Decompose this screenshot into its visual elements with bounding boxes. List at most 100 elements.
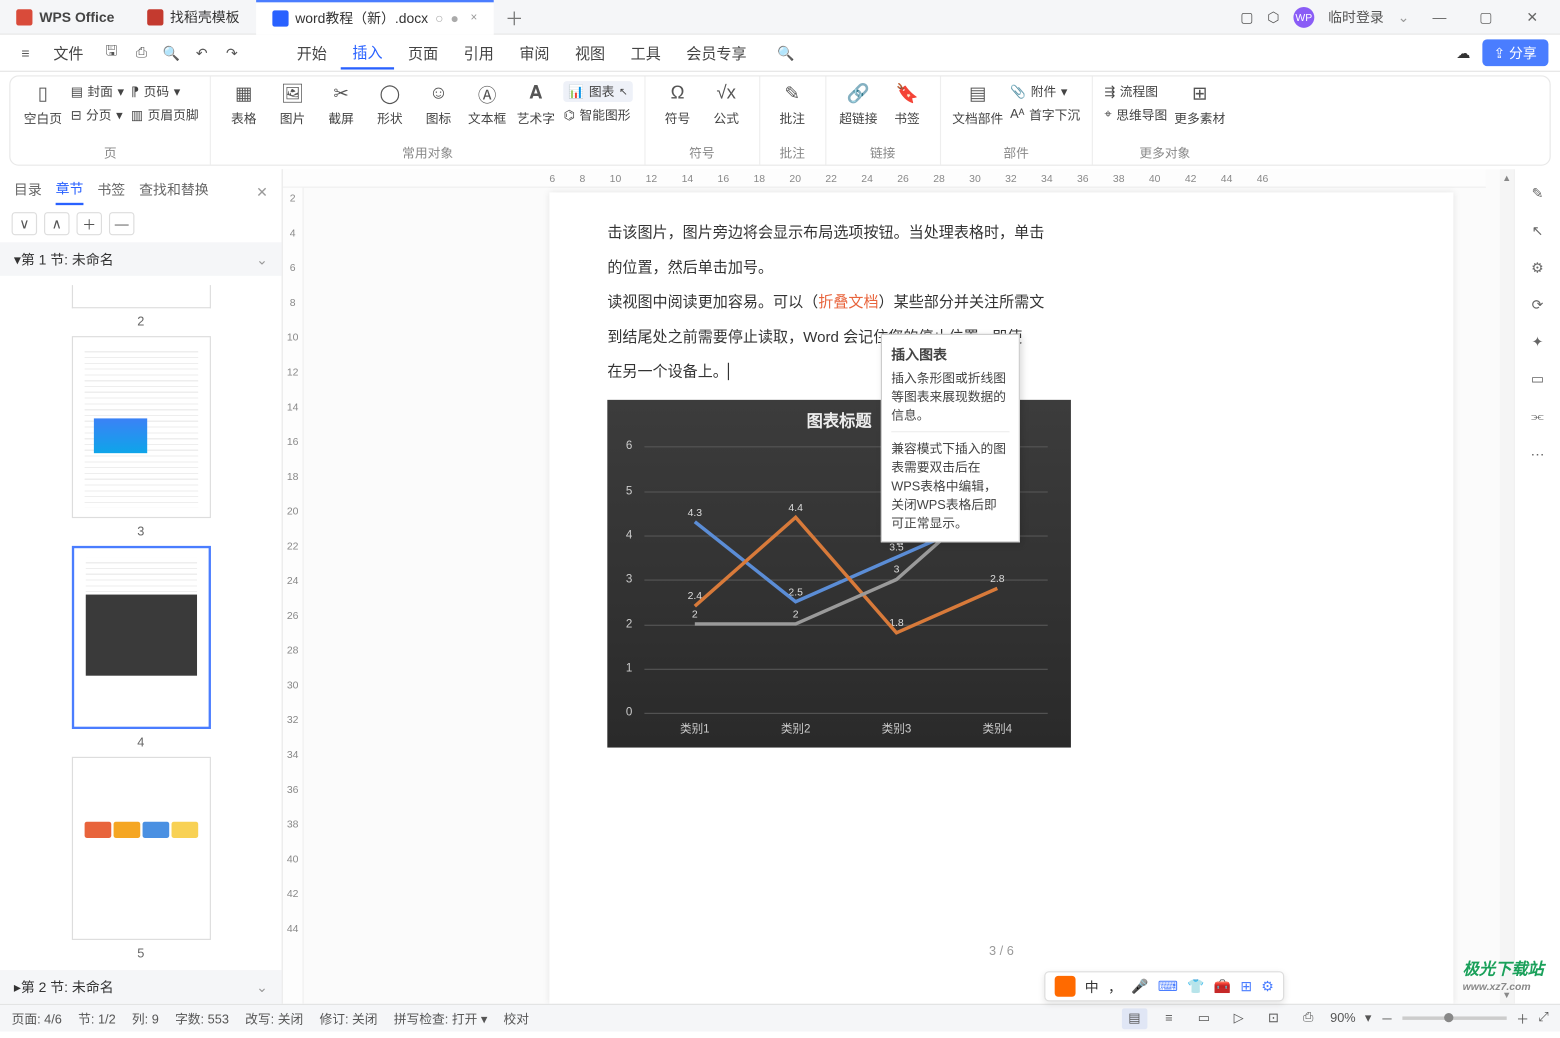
menu-ref[interactable]: 引用 [452,37,505,68]
toolbox-icon[interactable]: 🧰 [1214,978,1231,994]
close-button[interactable]: ✕ [1516,9,1548,25]
maximize-button[interactable]: ▢ [1470,9,1502,25]
status-page[interactable]: 页面: 4/6 [12,1009,62,1028]
menu-tools[interactable]: 工具 [619,37,672,68]
hamburger-icon[interactable]: ≡ [12,39,40,67]
book-icon[interactable]: ▭ [1531,371,1544,387]
more-assets[interactable]: ⊞更多素材 [1174,81,1225,127]
avatar[interactable]: WP [1293,6,1314,27]
icon-insert[interactable]: ☺图标 [418,81,460,127]
zoom-out[interactable]: － [1381,1009,1394,1028]
nav-sections[interactable]: 章节 [56,178,84,205]
section-2[interactable]: ▸ 第 2 节: 未命名⌄ [0,970,282,1004]
ime-toolbar[interactable]: 中 ， 🎤 ⌨ 👕 🧰 ⊞ ⚙ [1044,971,1284,1001]
status-section[interactable]: 节: 1/2 [78,1009,116,1028]
nav-toc[interactable]: 目录 [14,180,42,204]
print-icon[interactable]: ⎙ [128,39,156,67]
status-words[interactable]: 字数: 553 [175,1009,229,1028]
web-view-icon[interactable]: ▭ [1191,1008,1216,1029]
attachment[interactable]: 📎附件 ▾ [1010,81,1080,102]
textbox[interactable]: Ⓐ文本框 [466,81,508,127]
read-icon[interactable]: ⎙ [1295,1008,1320,1029]
screenshot[interactable]: ✂截屏 [320,81,362,127]
mindmap[interactable]: ⌖思维导图 [1104,104,1167,125]
shape[interactable]: ◯形状 [369,81,411,127]
symbol[interactable]: Ω符号 [657,81,699,127]
ime-lang[interactable]: 中 [1085,976,1099,996]
tshirt-icon[interactable]: 👕 [1187,978,1204,994]
status-col[interactable]: 列: 9 [132,1009,159,1028]
preview-icon[interactable]: 🔍 [158,39,186,67]
menu-review[interactable]: 审阅 [508,37,561,68]
nav-bookmarks[interactable]: 书签 [97,180,125,204]
hyperlink[interactable]: 🔗超链接 [837,81,879,127]
page-thumb-5[interactable] [71,757,210,940]
section-1[interactable]: ▾ 第 1 节: 未命名⌄ [0,242,282,276]
menu-insert[interactable]: 插入 [341,36,394,70]
menu-page[interactable]: 页面 [396,37,449,68]
bookmark[interactable]: 🔖书签 [886,81,928,127]
cursor-icon[interactable]: ↖ [1532,223,1544,239]
redo-icon[interactable]: ↷ [218,39,246,67]
nav-add[interactable]: ＋ [76,212,101,235]
cover[interactable]: ▤封面 ▾ [71,81,124,102]
share-button[interactable]: ⇪ 分享 [1482,39,1549,66]
nav-remove[interactable]: — [109,212,134,235]
new-tab-button[interactable]: ＋ [493,3,535,31]
cloud-icon[interactable]: ☁ [1456,45,1470,61]
page-num[interactable]: ⁋页码 ▾ [131,81,199,102]
menu-member[interactable]: 会员专享 [675,37,758,68]
mic-icon[interactable]: 🎤 [1131,978,1148,994]
status-track[interactable]: 修订: 关闭 [319,1009,377,1028]
chart-button[interactable]: 📊图表↖ [564,81,633,102]
blank-page[interactable]: ▯空白页 [22,81,64,127]
zoom-in[interactable]: ＋ [1516,1009,1529,1028]
more-icon[interactable]: ⋯ [1530,446,1544,462]
minimize-button[interactable]: — [1423,9,1455,25]
comment[interactable]: ✎批注 [771,81,813,127]
menu-start[interactable]: 开始 [285,37,338,68]
dropcap[interactable]: Aᴬ首字下沉 [1010,104,1080,125]
grid-icon[interactable]: ⊞ [1240,978,1252,994]
document-canvas[interactable]: 6810121416182022242628303234363840424446… [283,169,1500,1003]
page-thumb-4[interactable] [71,546,210,729]
sparkle-icon[interactable]: ✦ [1532,334,1544,350]
template-tab[interactable]: 找稻壳模板 [131,0,256,34]
status-spell[interactable]: 拼写检查: 打开 [394,1012,478,1026]
picture[interactable]: 🖼图片 [272,81,314,127]
close-icon[interactable]: ✕ [256,184,268,200]
header-footer[interactable]: ▥页眉页脚 [131,104,199,125]
undo-icon[interactable]: ↶ [188,39,216,67]
page-thumb-3[interactable] [71,336,210,519]
fullscreen-icon[interactable]: ⤢ [1538,1011,1548,1026]
artword[interactable]: 𝐀艺术字 [515,81,557,127]
vertical-scrollbar[interactable]: ▲▼ [1500,169,1514,1003]
nav-up[interactable]: ∨ [12,212,37,235]
play-icon[interactable]: ▷ [1226,1008,1251,1029]
ime-punct[interactable]: ， [1108,976,1122,996]
menu-view[interactable]: 视图 [563,37,616,68]
gear-icon[interactable]: ⚙ [1261,978,1273,994]
doc-parts[interactable]: ▤文档部件 [952,81,1003,127]
page-thumb-2[interactable] [71,285,210,308]
nav-find[interactable]: 查找和替换 [139,180,209,204]
formula[interactable]: √x公式 [705,81,747,127]
close-icon[interactable]: × [470,12,477,25]
fit-icon[interactable]: ⊡ [1261,1008,1286,1029]
outline-view-icon[interactable]: ≡ [1156,1008,1181,1029]
viewport-icon[interactable]: ▢ [1240,9,1253,25]
keyboard-icon[interactable]: ⌨ [1158,978,1178,994]
table[interactable]: ▦表格 [223,81,265,127]
page[interactable]: 击该图片，图片旁边将会显示布局选项按钮。当处理表格时，单击 的位置，然后单击加号… [549,192,1453,1003]
nav-down[interactable]: ∧ [44,212,69,235]
settings-icon[interactable]: ⚙ [1531,260,1543,276]
cube-icon[interactable]: ⬡ [1267,9,1279,25]
status-proof[interactable]: 校对 [504,1009,529,1028]
page-view-icon[interactable]: ▤ [1121,1008,1146,1029]
search-icon[interactable]: 🔍 [772,39,800,67]
login-label[interactable]: 临时登录 [1328,7,1384,27]
app-tab[interactable]: WPS Office [0,0,131,34]
flowchart[interactable]: ⇶流程图 [1104,81,1167,102]
save-icon[interactable]: 🖫 [97,39,125,67]
link-icon[interactable]: ⫘ [1531,408,1544,425]
